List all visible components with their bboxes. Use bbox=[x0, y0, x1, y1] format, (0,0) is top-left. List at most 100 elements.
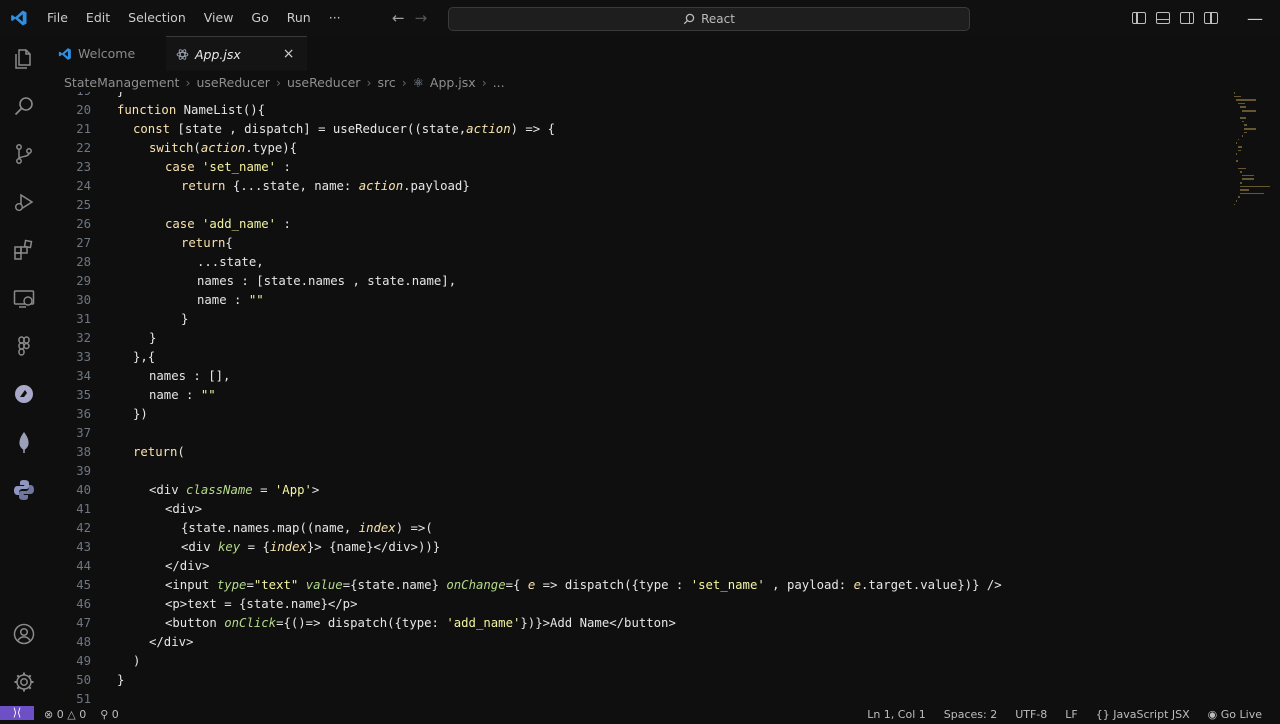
source-control-icon[interactable] bbox=[0, 134, 48, 174]
code-line[interactable]: 46<p>text = {state.name}</p> bbox=[48, 595, 1228, 614]
code-editor[interactable]: 19}20function NameList(){21const [state … bbox=[48, 92, 1280, 706]
remote-indicator-icon[interactable]: ⟩⟨ bbox=[0, 706, 34, 720]
code-line[interactable]: 31} bbox=[48, 310, 1228, 329]
code-line[interactable]: 50} bbox=[48, 671, 1228, 690]
code-line[interactable]: 37 bbox=[48, 424, 1228, 443]
manage-gear-icon[interactable] bbox=[0, 662, 48, 702]
toggle-primary-sidebar-icon[interactable] bbox=[1132, 12, 1146, 24]
code-line[interactable]: 25 bbox=[48, 196, 1228, 215]
minimap-line bbox=[1240, 186, 1270, 188]
code-line[interactable]: 44</div> bbox=[48, 557, 1228, 576]
extensions-icon[interactable] bbox=[0, 230, 48, 270]
minimap-line bbox=[1236, 160, 1238, 162]
code-line[interactable]: 24return {...state, name: action.payload… bbox=[48, 177, 1228, 196]
code-line[interactable]: 48</div> bbox=[48, 633, 1228, 652]
run-debug-icon[interactable] bbox=[0, 182, 48, 222]
cursor-position[interactable]: Ln 1, Col 1 bbox=[867, 706, 926, 724]
menu-go[interactable]: Go bbox=[242, 0, 277, 36]
code-line[interactable]: 26case 'add_name' : bbox=[48, 215, 1228, 234]
encoding[interactable]: UTF-8 bbox=[1015, 706, 1047, 724]
line-number: 30 bbox=[48, 291, 91, 310]
breadcrumb-item[interactable]: src bbox=[377, 75, 395, 90]
close-tab-icon[interactable]: × bbox=[283, 46, 295, 62]
mongodb-icon[interactable] bbox=[0, 422, 48, 462]
toggle-panel-icon[interactable] bbox=[1156, 12, 1170, 24]
code-line[interactable]: 41<div> bbox=[48, 500, 1228, 519]
breadcrumb-item[interactable]: App.jsx bbox=[430, 75, 476, 90]
minimap[interactable] bbox=[1234, 92, 1270, 212]
code-text: } bbox=[181, 310, 188, 329]
code-line[interactable]: 51 bbox=[48, 690, 1228, 706]
minimap-line bbox=[1240, 182, 1242, 184]
code-text: names : [state.names , state.name], bbox=[197, 272, 456, 291]
go-live-button[interactable]: ◉ Go Live bbox=[1208, 706, 1262, 724]
toggle-secondary-sidebar-icon[interactable] bbox=[1180, 12, 1194, 24]
back-arrow-icon[interactable]: ← bbox=[392, 9, 405, 27]
line-number: 35 bbox=[48, 386, 91, 405]
code-text: } bbox=[117, 92, 124, 101]
accounts-icon[interactable] bbox=[0, 614, 48, 654]
menu-more[interactable]: ··· bbox=[320, 0, 350, 36]
code-line[interactable]: 38return( bbox=[48, 443, 1228, 462]
menu-edit[interactable]: Edit bbox=[77, 0, 119, 36]
warning-count: 0 bbox=[79, 708, 86, 721]
command-center-search[interactable]: React bbox=[448, 7, 970, 31]
code-text: case 'set_name' : bbox=[165, 158, 291, 177]
code-line[interactable]: 42{state.names.map((name, index) =>( bbox=[48, 519, 1228, 538]
menu-run[interactable]: Run bbox=[278, 0, 320, 36]
minimize-window-icon[interactable]: — bbox=[1240, 9, 1270, 28]
code-line[interactable]: 49) bbox=[48, 652, 1228, 671]
menu-view[interactable]: View bbox=[195, 0, 243, 36]
breadcrumb-item[interactable]: ... bbox=[493, 75, 505, 90]
explorer-icon[interactable] bbox=[0, 39, 48, 79]
code-line[interactable]: 22switch(action.type){ bbox=[48, 139, 1228, 158]
line-number: 46 bbox=[48, 595, 91, 614]
breadcrumb-item[interactable]: StateManagement bbox=[64, 75, 179, 90]
python-icon[interactable] bbox=[0, 470, 48, 510]
code-text: case 'add_name' : bbox=[165, 215, 291, 234]
vscode-logo-icon bbox=[0, 0, 38, 36]
code-line[interactable]: 33},{ bbox=[48, 348, 1228, 367]
code-text: ) bbox=[133, 652, 140, 671]
tab-app-jsx[interactable]: App.jsx × bbox=[166, 36, 307, 71]
indentation[interactable]: Spaces: 2 bbox=[944, 706, 997, 724]
code-line[interactable]: 43<div key = {index}> {name}</div>))} bbox=[48, 538, 1228, 557]
code-line[interactable]: 35name : "" bbox=[48, 386, 1228, 405]
code-line[interactable]: 30name : "" bbox=[48, 291, 1228, 310]
code-line[interactable]: 28...state, bbox=[48, 253, 1228, 272]
line-number: 25 bbox=[48, 196, 91, 215]
ports-indicator[interactable]: ⚲ 0 bbox=[100, 706, 119, 724]
code-line[interactable]: 45<input type="text" value={state.name} … bbox=[48, 576, 1228, 595]
code-line[interactable]: 36}) bbox=[48, 405, 1228, 424]
code-line[interactable]: 29names : [state.names , state.name], bbox=[48, 272, 1228, 291]
code-line[interactable]: 21const [state , dispatch] = useReducer(… bbox=[48, 120, 1228, 139]
figma-icon[interactable] bbox=[0, 326, 48, 366]
line-number: 41 bbox=[48, 500, 91, 519]
code-text: } bbox=[149, 329, 156, 348]
code-line[interactable]: 27return{ bbox=[48, 234, 1228, 253]
tab-welcome[interactable]: Welcome bbox=[48, 36, 166, 71]
code-line[interactable]: 19} bbox=[48, 92, 1228, 101]
minimap-line bbox=[1244, 132, 1247, 134]
menu-selection[interactable]: Selection bbox=[119, 0, 195, 36]
minimap-line bbox=[1236, 99, 1256, 101]
code-line[interactable]: 39 bbox=[48, 462, 1228, 481]
code-text: return{ bbox=[181, 234, 233, 253]
code-line[interactable]: 40<div className = 'App'> bbox=[48, 481, 1228, 500]
customize-layout-icon[interactable] bbox=[1204, 12, 1218, 24]
code-line[interactable]: 32} bbox=[48, 329, 1228, 348]
breadcrumb-item[interactable]: useReducer bbox=[287, 75, 361, 90]
menu-file[interactable]: File bbox=[38, 0, 77, 36]
forward-arrow-icon[interactable]: → bbox=[415, 9, 428, 27]
code-line[interactable]: 47<button onClick={()=> dispatch({type: … bbox=[48, 614, 1228, 633]
code-line[interactable]: 20function NameList(){ bbox=[48, 101, 1228, 120]
breadcrumb-item[interactable]: useReducer bbox=[196, 75, 270, 90]
remote-explorer-icon[interactable] bbox=[0, 278, 48, 318]
language-mode[interactable]: {} JavaScript JSX bbox=[1096, 706, 1190, 724]
search-icon[interactable] bbox=[0, 86, 48, 126]
problems-indicator[interactable]: ⊗ 0 △ 0 bbox=[44, 706, 86, 724]
code-line[interactable]: 23case 'set_name' : bbox=[48, 158, 1228, 177]
live-share-icon[interactable] bbox=[0, 374, 48, 414]
code-line[interactable]: 34names : [], bbox=[48, 367, 1228, 386]
end-of-line[interactable]: LF bbox=[1065, 706, 1077, 724]
